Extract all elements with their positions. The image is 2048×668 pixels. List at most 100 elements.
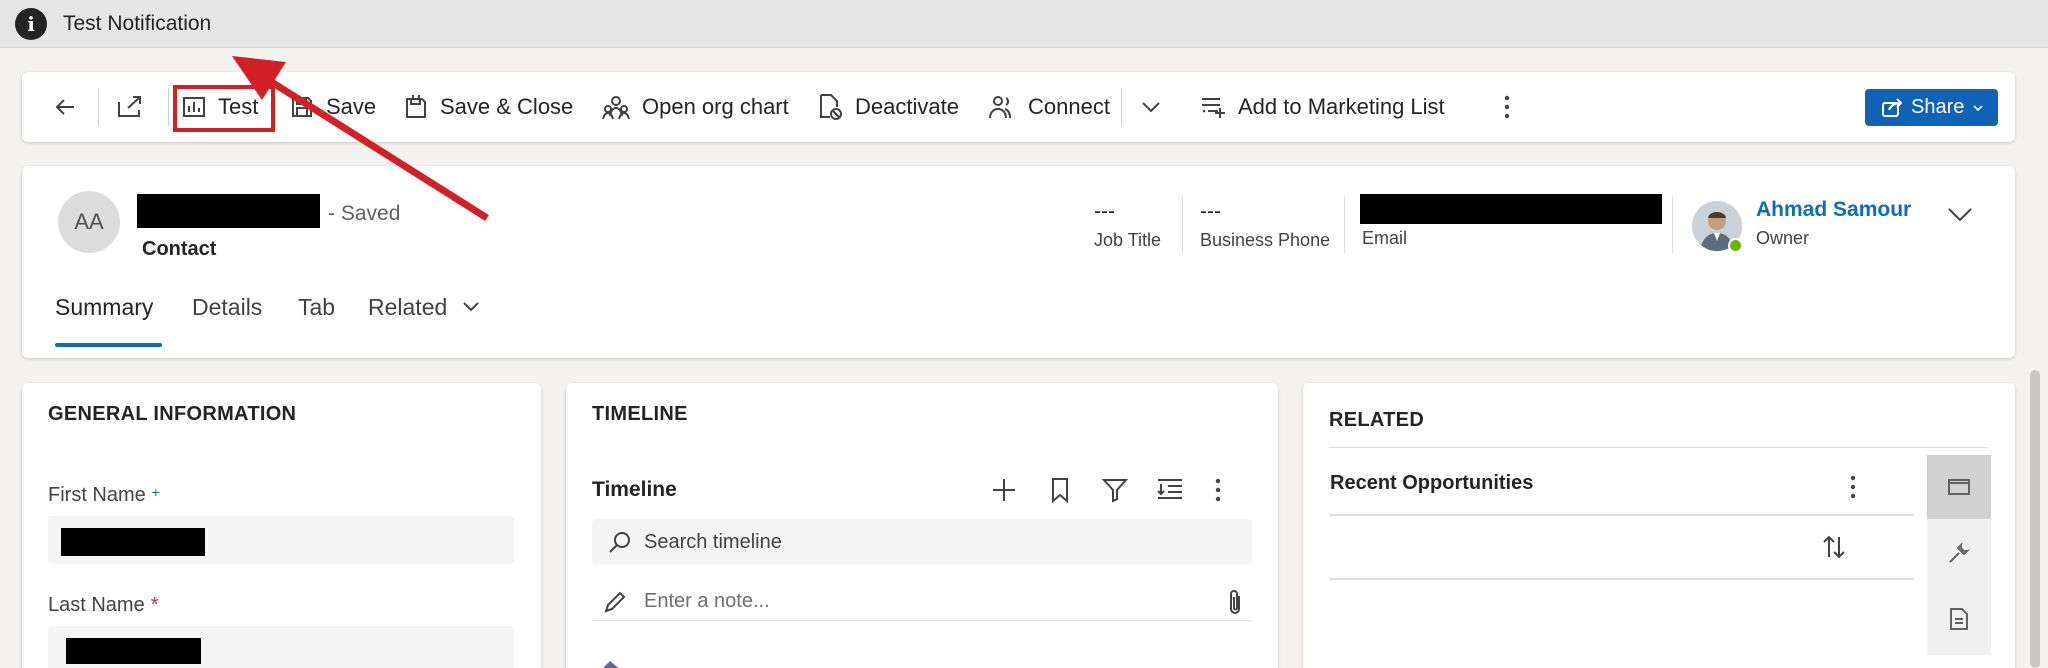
last-name-field[interactable] [48,626,514,668]
attachment-paperclip-icon[interactable] [1226,588,1244,616]
first-name-label: First Name + [48,484,160,507]
connect-dropdown-button[interactable] [1140,72,1162,142]
open-org-chart-label: Open org chart [642,94,789,119]
owner-name-link[interactable]: Ahmad Samour [1756,198,1911,222]
first-name-value-redacted [61,528,205,556]
recommended-marker: + [151,484,160,500]
more-vertical-icon[interactable] [1848,474,1858,500]
search-icon [609,532,630,553]
active-tab-indicator [55,343,162,347]
share-icon [1882,97,1903,117]
wrench-icon [1949,541,1971,563]
expand-header-chevron-icon[interactable] [1946,204,1974,224]
first-name-field[interactable] [48,516,514,564]
separator [1329,514,1914,516]
general-information-title: GENERAL INFORMATION [48,403,297,425]
connect-label: Connect [1028,94,1110,119]
last-name-label-text: Last Name [48,594,145,616]
separator [168,88,169,126]
enter-note-input[interactable]: Enter a note... [592,583,1252,621]
separator [1182,196,1183,254]
side-pane-rail [1927,455,1991,655]
add-to-marketing-list-label: Add to Marketing List [1238,94,1445,119]
separator [1121,88,1122,126]
separator [98,88,99,126]
chevron-down-icon [1973,104,1983,111]
job-title-value: --- [1094,200,1115,223]
add-icon[interactable] [990,476,1018,504]
save-close-button[interactable]: Save & Close [404,72,573,142]
related-title: RELATED [1329,409,1425,431]
side-pane-cards-button[interactable] [1927,455,1991,519]
connect-button[interactable]: Connect [988,72,1110,142]
last-name-label: Last Name * [48,594,159,617]
filter-icon[interactable] [1101,476,1129,504]
deactivate-button[interactable]: Deactivate [817,72,959,142]
tab-details[interactable]: Details [192,294,262,321]
share-button[interactable]: Share [1865,89,1998,126]
side-pane-tools-button[interactable] [1927,521,1991,585]
record-name-redacted [137,194,320,228]
business-phone-label: Business Phone [1200,230,1331,250]
back-button[interactable] [52,72,78,142]
save-close-label: Save & Close [440,94,574,119]
info-icon: i [15,7,47,40]
last-name-value-redacted [66,638,201,664]
open-new-window-icon [118,96,141,117]
business-phone-field[interactable]: --- Business Phone [1200,200,1330,251]
more-vertical-icon [1504,95,1510,119]
connect-people-icon [989,96,1011,119]
test-highlight-box [173,85,275,132]
side-pane-document-button[interactable] [1927,587,1991,651]
separator [1329,578,1914,580]
list-add-icon [1202,98,1225,118]
required-marker: * [150,594,159,616]
timeline-section-title: TIMELINE [592,403,688,425]
save-close-icon [406,95,426,118]
record-header: AA - Saved Contact --- Job Title --- Bus… [22,166,2015,358]
related-panel: RELATED Recent Opportunities [1303,383,2015,668]
separator [1344,196,1345,254]
share-label: Share [1911,96,1965,118]
search-timeline-input[interactable]: Search timeline [592,519,1252,565]
search-timeline-placeholder: Search timeline [644,530,782,553]
general-information-panel: GENERAL INFORMATION First Name + Last Nam… [22,383,541,668]
first-name-label-text: First Name [48,484,146,506]
save-button[interactable]: Save [290,72,376,142]
email-label: Email [1362,228,1408,248]
page-scrollbar[interactable] [2030,370,2040,668]
notification-text: Test Notification [63,11,212,35]
org-chart-icon [602,96,630,120]
window-icon [1948,479,1970,495]
back-arrow-icon [55,99,74,115]
tab-summary[interactable]: Summary [55,294,153,321]
document-icon [1950,608,1968,630]
timeline-header: Timeline [592,478,677,501]
sort-icon[interactable] [1821,533,1847,561]
email-field[interactable]: Email [1362,228,1407,249]
tab-tab[interactable]: Tab [298,294,335,321]
save-button-label: Save [326,94,377,119]
notification-bar: i Test Notification [0,0,2048,48]
bookmark-icon[interactable] [1046,476,1074,504]
more-commands-button[interactable] [1502,72,1512,142]
deactivate-label: Deactivate [855,94,959,119]
timeline-panel: TIMELINE Timeline Search timeline Enter … [566,383,1278,668]
avatar: AA [58,191,120,253]
timeline-item-icon [603,661,619,668]
open-in-new-window-button[interactable] [116,72,144,142]
command-bar: Test Save Save & Close Open org chart De… [22,72,2015,142]
add-to-marketing-list-button[interactable]: Add to Marketing List [1200,72,1445,142]
chevron-down-icon[interactable] [462,300,480,314]
entity-type: Contact [142,238,217,260]
job-title-field[interactable]: --- Job Title [1094,200,1161,251]
email-value-redacted [1360,194,1662,224]
tab-related[interactable]: Related [368,294,447,321]
saved-status: - Saved [328,202,401,225]
deactivate-document-icon [820,94,842,120]
open-org-chart-button[interactable]: Open org chart [602,72,789,142]
expand-list-icon[interactable] [1156,476,1184,504]
separator [1672,196,1673,254]
enter-note-placeholder: Enter a note... [644,590,770,612]
more-vertical-icon[interactable] [1213,476,1223,504]
